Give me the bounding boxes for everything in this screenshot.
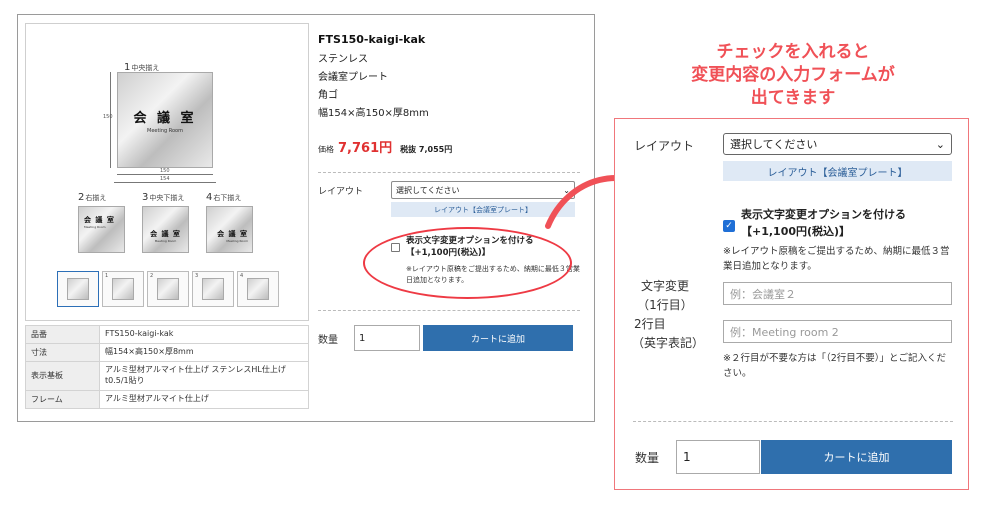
- dim-height: 150: [103, 114, 113, 120]
- variant-3-label: 3中央下揃え: [142, 192, 185, 203]
- layout-preview-link[interactable]: レイアウト【会議室プレート】: [723, 161, 952, 181]
- callout-text: チェックを入れると 変更内容の入力フォームが 出てきます: [628, 41, 958, 110]
- spec-key: 表示基板: [25, 361, 100, 391]
- add-to-cart-button[interactable]: カートに追加: [423, 325, 573, 351]
- plate-subtitle: Meeting Room: [226, 239, 248, 243]
- plate-title: 会 議 室: [217, 230, 248, 238]
- layout-select-value: 選択してください: [730, 138, 818, 151]
- line2-label: 2行目 （英字表記）: [632, 315, 705, 353]
- plate-title: 会 議 室: [133, 110, 197, 126]
- product-card: 1中央揃え 会 議 室 Meeting Room 150 150 154 2右揃…: [17, 14, 595, 422]
- divider: [318, 310, 580, 311]
- layout-select[interactable]: 選択してください ⌄: [723, 133, 952, 155]
- dim-line-inner: [117, 174, 213, 175]
- dim-outer-width: 154: [160, 176, 170, 182]
- product-type: 会議室プレート: [318, 72, 388, 83]
- variant-4-label: 4右下揃え: [206, 192, 242, 203]
- qty-label: 数量: [635, 451, 660, 465]
- callout-line-2: 変更内容の入力フォームが: [691, 65, 895, 85]
- chevron-down-icon: ⌄: [935, 137, 945, 151]
- product-code: FTS150-kaigi-kak: [318, 33, 426, 46]
- plate-title: 会 議 室: [150, 230, 181, 238]
- product-shape: 角ゴ: [318, 90, 338, 101]
- table-row: 寸法 幅154×高150×厚8mm: [25, 343, 309, 362]
- table-row: フレーム アルミ型材アルマイト仕上げ: [25, 389, 309, 409]
- spec-table: 品番 FTS150-kaigi-kak 寸法 幅154×高150×厚8mm 表示…: [25, 325, 309, 409]
- spec-value: 幅154×高150×厚8mm: [99, 343, 309, 362]
- spec-value: アルミ型材アルマイト仕上げ: [99, 389, 309, 409]
- text-change-label: 文字変更 （1行目）: [634, 277, 696, 315]
- add-to-cart-button[interactable]: カートに追加: [761, 440, 952, 474]
- option-label: 表示文字変更オプションを付ける 【+1,100円(税込)】: [741, 206, 906, 240]
- text-change-label-1: 文字変更: [640, 279, 689, 293]
- layout-label: レイアウト: [318, 186, 364, 197]
- option-note: ※レイアウト原稿をご提出するため、納期に最低３営業日追加となります。: [723, 246, 950, 272]
- spec-key: 寸法: [25, 343, 100, 362]
- option-checkbox[interactable]: ✓: [723, 220, 735, 232]
- line1-input[interactable]: 例：会議室２: [723, 282, 952, 305]
- line2-label-2: （英字表記）: [632, 336, 705, 350]
- thumbnail[interactable]: 1: [102, 271, 144, 307]
- main-plate-image[interactable]: 会 議 室 Meeting Room: [117, 72, 213, 168]
- line2-input[interactable]: 例：Meeting room 2: [723, 320, 952, 343]
- callout-line-1: チェックを入れると: [716, 42, 870, 62]
- product-size: 幅154×高150×厚8mm: [318, 108, 429, 119]
- line2-note: ※２行目が不要な方は「（2行目不要）」とご記入ください。: [723, 353, 947, 379]
- price-value: 7,761円: [338, 141, 393, 156]
- price-label: 価格: [318, 145, 334, 154]
- product-material: ステンレス: [318, 54, 368, 65]
- spec-key: フレーム: [25, 389, 100, 409]
- variant-2-label: 2右揃え: [78, 192, 107, 203]
- price-row: 価格 7,761円 税抜 7,055円: [318, 137, 580, 156]
- spec-value: FTS150-kaigi-kak: [99, 325, 309, 344]
- dim-line-height: [110, 72, 111, 168]
- thumbnail[interactable]: 2: [147, 271, 189, 307]
- plate-title: 会 議 室: [84, 216, 115, 224]
- qty-input[interactable]: 1: [676, 440, 760, 474]
- variant-3-plate[interactable]: 会 議 室 Meeting Room: [142, 206, 189, 253]
- thumbnail[interactable]: 4: [237, 271, 279, 307]
- plate-subtitle: Meeting Room: [154, 239, 177, 243]
- variant-2-plate[interactable]: 会 議 室 Meeting Room: [78, 206, 125, 253]
- table-row: 表示基板 アルミ型材アルマイト仕上げ ステンレスHL仕上げt0.5/1貼り: [25, 361, 309, 391]
- callout-line-3: 出てきます: [750, 88, 836, 108]
- thumbnail-strip: 1 2 3 4: [57, 271, 279, 307]
- qty-input[interactable]: 1: [354, 325, 420, 351]
- spec-key: 品番: [25, 325, 100, 344]
- zoomed-option-form: レイアウト 選択してください ⌄ レイアウト【会議室プレート】 ✓ 表示文字変更…: [614, 118, 969, 490]
- qty-label: 数量: [318, 334, 338, 346]
- option-label-2: 【+1,100円(税込)】: [741, 225, 851, 238]
- layout-label: レイアウト: [634, 139, 695, 153]
- dim-line-outer: [114, 182, 216, 183]
- plate-subtitle: Meeting Room: [84, 225, 106, 229]
- table-row: 品番 FTS150-kaigi-kak: [25, 325, 309, 344]
- dim-inner-width: 150: [160, 168, 170, 174]
- qty-row: 数量 1 カートに追加: [318, 325, 580, 351]
- line2-label-1: 2行目: [634, 317, 666, 331]
- thumbnail[interactable]: [57, 271, 99, 307]
- plate-subtitle: Meeting Room: [147, 127, 183, 134]
- layout-select-value: 選択してください: [396, 185, 460, 195]
- spec-value: アルミ型材アルマイト仕上げ ステンレスHL仕上げt0.5/1貼り: [99, 361, 309, 391]
- variant-4-plate[interactable]: 会 議 室 Meeting Room: [206, 206, 253, 253]
- text-change-label-2: （1行目）: [637, 298, 693, 312]
- price-tax-excluded: 税抜 7,055円: [400, 145, 453, 154]
- option-label-1: 表示文字変更オプションを付ける: [741, 208, 906, 221]
- thumbnail[interactable]: 3: [192, 271, 234, 307]
- divider: [633, 421, 953, 422]
